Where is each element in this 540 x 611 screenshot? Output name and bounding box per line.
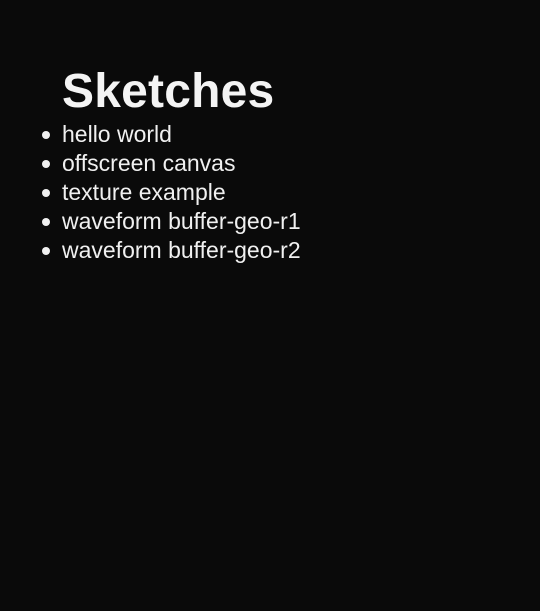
list-item: waveform buffer-geo-r1: [42, 207, 540, 236]
list-item: offscreen canvas: [42, 149, 540, 178]
sketch-link-waveform-buffer-geo-r2[interactable]: waveform buffer-geo-r2: [62, 237, 301, 263]
sketch-link-offscreen-canvas[interactable]: offscreen canvas: [62, 150, 235, 176]
page: Sketches hello world offscreen canvas te…: [0, 0, 540, 611]
sketch-link-waveform-buffer-geo-r1[interactable]: waveform buffer-geo-r1: [62, 208, 301, 234]
list-item: hello world: [42, 120, 540, 149]
bullet-icon: [42, 218, 50, 226]
bullet-icon: [42, 189, 50, 197]
sketch-list: hello world offscreen canvas texture exa…: [42, 120, 540, 265]
page-title: Sketches: [62, 65, 275, 118]
sketch-link-hello-world[interactable]: hello world: [62, 121, 172, 147]
bullet-icon: [42, 131, 50, 139]
bullet-icon: [42, 160, 50, 168]
bullet-icon: [42, 247, 50, 255]
list-item: texture example: [42, 178, 540, 207]
sketch-link-texture-example[interactable]: texture example: [62, 179, 226, 205]
list-item: waveform buffer-geo-r2: [42, 236, 540, 265]
